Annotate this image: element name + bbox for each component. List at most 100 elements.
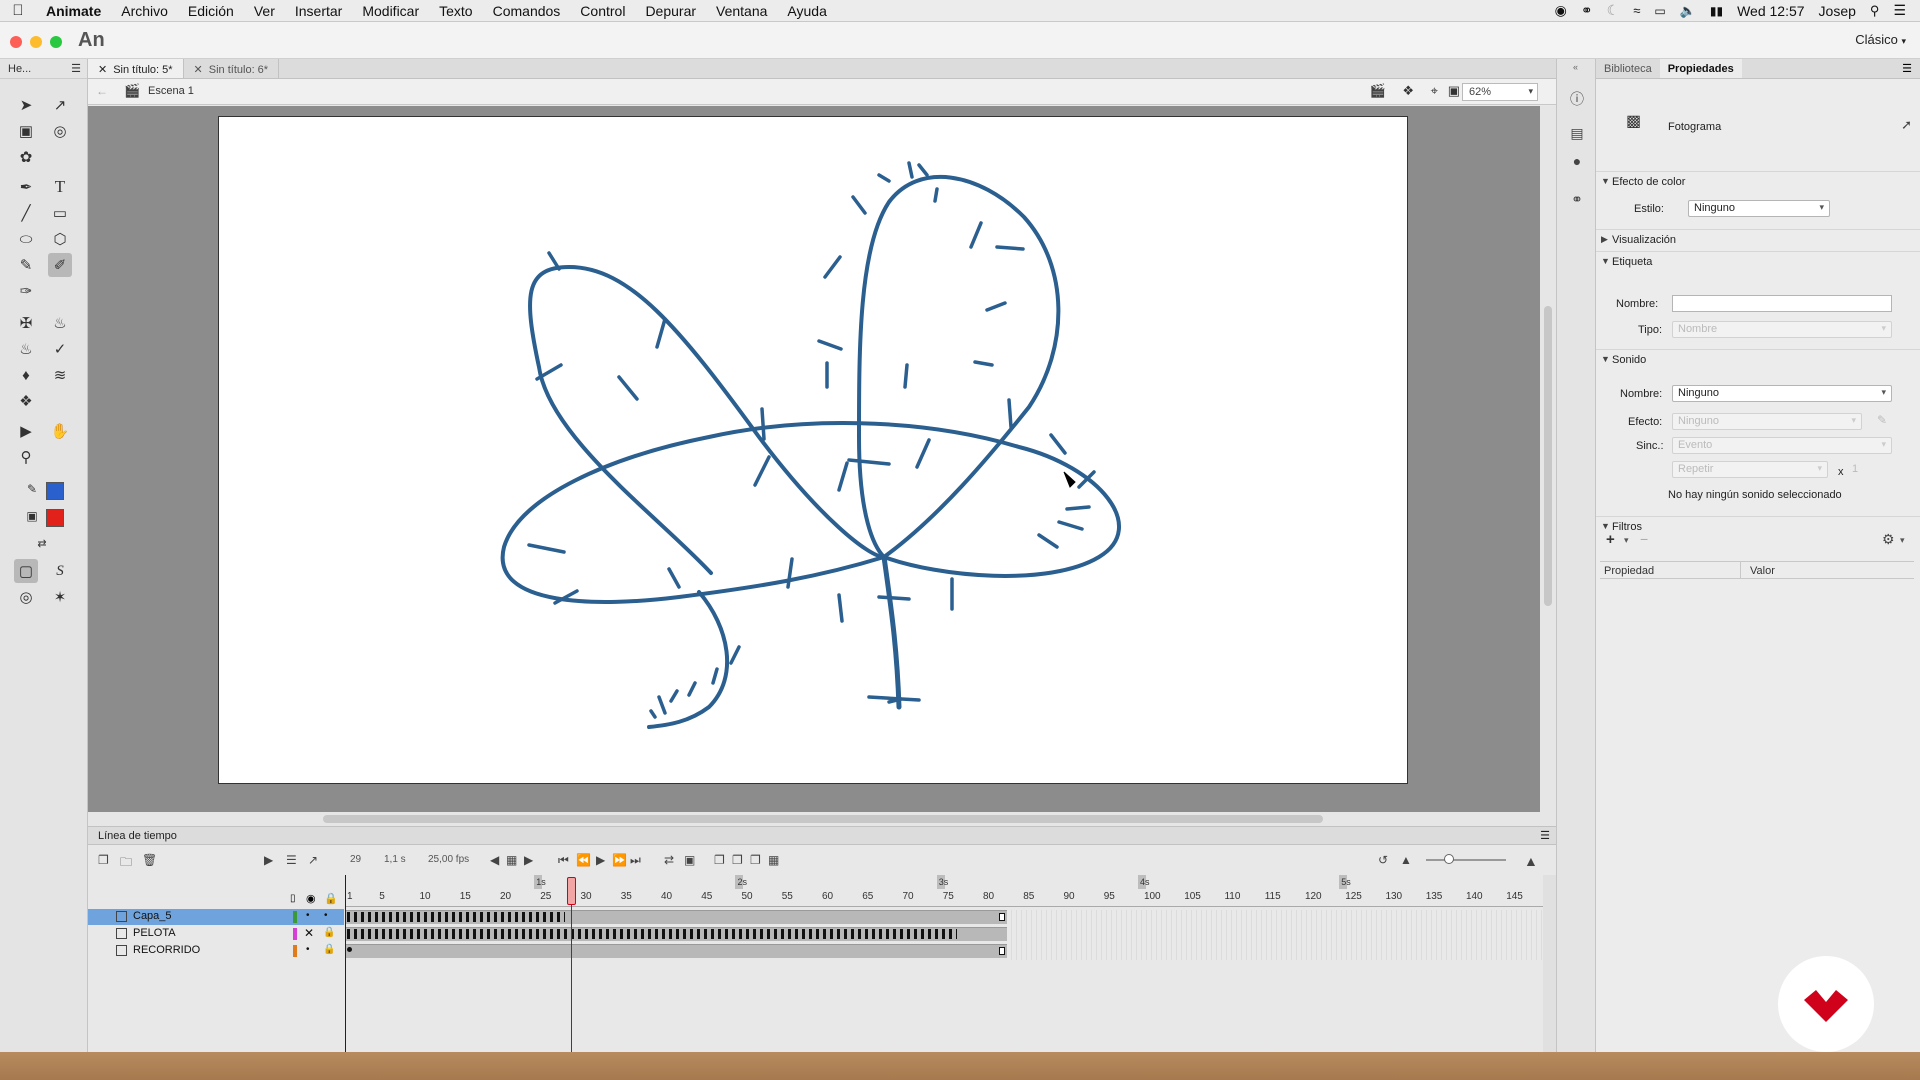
menu-ayuda[interactable]: Ayuda bbox=[777, 3, 836, 19]
moon-icon[interactable]: ☾ bbox=[1607, 2, 1620, 19]
subselection-tool-icon[interactable]: ↗ bbox=[48, 93, 72, 117]
add-filter-icon[interactable]: + bbox=[1606, 531, 1615, 548]
parenting-icon[interactable]: ☰ bbox=[286, 853, 297, 867]
paint-bucket-tool-icon[interactable]: ♨ bbox=[48, 311, 72, 335]
sound-effect-select[interactable]: Ninguno ▾ bbox=[1672, 413, 1862, 430]
timeline-vertical-scrollbar[interactable] bbox=[1543, 875, 1556, 1065]
frames-grid[interactable]: 1 5 10 15 20 25 30 35 40 45 50 55 60 65 70 75 80 85 90 95 10… bbox=[345, 875, 1543, 1075]
layer-color-swatch[interactable] bbox=[293, 928, 297, 940]
edit-envelope-icon[interactable]: ✎ bbox=[1877, 413, 1887, 427]
frame-size-slider[interactable] bbox=[1426, 859, 1506, 861]
close-window-button[interactable] bbox=[10, 36, 22, 48]
new-layer-icon[interactable]: ❐ bbox=[98, 853, 109, 867]
hand-tool-icon[interactable]: ✋ bbox=[48, 419, 72, 443]
zoom-window-button[interactable] bbox=[50, 36, 62, 48]
asset-warp-tool-icon[interactable]: ❖ bbox=[14, 389, 38, 413]
style-select[interactable]: Ninguno ▾ bbox=[1688, 200, 1830, 217]
layer-color-swatch[interactable] bbox=[293, 911, 297, 923]
menu-edicion[interactable]: Edición bbox=[178, 3, 244, 19]
lock-icon[interactable]: 🔒 bbox=[323, 944, 335, 955]
smooth-icon[interactable]: S bbox=[48, 559, 72, 583]
layer-row-recorrido[interactable]: RECORRIDO • 🔒 bbox=[88, 943, 344, 959]
record-icon[interactable]: ◉ bbox=[1555, 2, 1567, 19]
bone-tool-icon[interactable]: ✠ bbox=[14, 311, 38, 335]
zoom-out-icon[interactable]: ▲ bbox=[1400, 853, 1412, 867]
first-frame-icon[interactable]: ⏮ bbox=[558, 853, 569, 868]
zoom-select[interactable]: 62% ▾ bbox=[1462, 83, 1538, 101]
layer-name[interactable]: Capa_5 bbox=[133, 910, 172, 922]
frame-ruler[interactable]: 1 5 10 15 20 25 30 35 40 45 50 55 60 65 70 75 80 85 90 95 10… bbox=[345, 875, 1543, 907]
snap-grid-icon[interactable]: ⌖ bbox=[1431, 83, 1438, 99]
panel-menu-icon[interactable]: ☰ bbox=[71, 62, 81, 75]
text-tool-icon[interactable]: T bbox=[48, 175, 72, 199]
menu-app[interactable]: Animate bbox=[36, 3, 111, 19]
free-transform-tool-icon[interactable]: ▣ bbox=[14, 119, 38, 143]
edit-symbol-icon[interactable]: ❖ bbox=[1402, 83, 1414, 99]
delete-layer-icon[interactable]: 🗑 bbox=[142, 853, 157, 867]
section-label[interactable]: ▼ Etiqueta bbox=[1596, 251, 1920, 271]
frame-row-recorrido[interactable] bbox=[345, 944, 1007, 958]
magic-wand-icon[interactable]: ✶ bbox=[48, 585, 72, 609]
sound-name-select[interactable]: Ninguno ▾ bbox=[1672, 385, 1892, 402]
width-tool-icon[interactable]: ≋ bbox=[48, 363, 72, 387]
eraser-tool-icon[interactable]: ♦ bbox=[14, 363, 38, 387]
layer-name[interactable]: RECORRIDO bbox=[133, 944, 200, 956]
tab-properties[interactable]: Propiedades bbox=[1659, 59, 1742, 78]
notification-center-icon[interactable]: ☰ bbox=[1893, 2, 1906, 19]
scene-name[interactable]: Escena 1 bbox=[148, 85, 194, 97]
modify-markers-icon[interactable]: ▦ bbox=[768, 853, 779, 867]
center-frame-icon[interactable]: ▣ bbox=[684, 853, 695, 867]
menu-insertar[interactable]: Insertar bbox=[285, 3, 352, 19]
scrollbar-thumb[interactable] bbox=[323, 815, 1323, 823]
section-display[interactable]: ▶ Visualización bbox=[1596, 229, 1920, 249]
line-tool-icon[interactable]: ╱ bbox=[14, 201, 38, 225]
lock-dot[interactable]: • bbox=[324, 910, 328, 921]
playhead-line[interactable] bbox=[571, 890, 572, 1070]
chevron-down-icon[interactable]: ▾ bbox=[1624, 535, 1629, 546]
hidden-x-icon[interactable]: ✕ bbox=[304, 926, 314, 940]
fill-color-swatch[interactable] bbox=[46, 509, 64, 527]
info-icon[interactable]: ⓘ bbox=[1567, 89, 1587, 109]
airplay-icon[interactable]: ▭ bbox=[1654, 4, 1665, 18]
wifi-icon[interactable]: ≈ bbox=[1633, 3, 1640, 18]
collapse-panels-icon[interactable]: « bbox=[1573, 62, 1578, 72]
lock-icon[interactable]: 🔒 bbox=[323, 927, 335, 938]
visibility-eye-icon[interactable]: ◉ bbox=[306, 892, 316, 905]
layer-outline-icon[interactable]: ▯ bbox=[290, 893, 296, 904]
battery-icon[interactable]: ▮▮ bbox=[1710, 4, 1723, 18]
camera-tool-icon[interactable]: ▶ bbox=[14, 419, 38, 443]
cc-libraries-icon[interactable]: ⚭ bbox=[1567, 191, 1587, 211]
brush-tool-icon[interactable]: ✑ bbox=[14, 279, 38, 303]
playhead-handle[interactable] bbox=[567, 877, 576, 905]
swatches-icon[interactable]: ● bbox=[1567, 153, 1587, 173]
label-name-input[interactable] bbox=[1672, 295, 1892, 312]
zoom-tool-icon[interactable]: ⚲ bbox=[14, 445, 38, 469]
polystar-tool-icon[interactable]: ⬡ bbox=[48, 227, 72, 251]
object-drawing-mode-icon[interactable]: ▢ bbox=[14, 559, 38, 583]
minimize-window-button[interactable] bbox=[30, 36, 42, 48]
graph-icon[interactable]: ↗ bbox=[308, 853, 318, 867]
scrollbar-thumb[interactable] bbox=[1544, 306, 1552, 606]
stage-canvas[interactable] bbox=[218, 116, 1408, 784]
fill-color-icon[interactable]: ▣ bbox=[20, 504, 44, 528]
layer-color-swatch[interactable] bbox=[293, 945, 297, 957]
eyedropper-tool-icon[interactable]: ✓ bbox=[48, 337, 72, 361]
drawing-stroke-paths[interactable] bbox=[219, 117, 1409, 785]
snap-icon[interactable]: ◎ bbox=[14, 585, 38, 609]
prev-keyframe-icon[interactable]: ◀ bbox=[490, 853, 499, 867]
sound-sync-select[interactable]: Evento ▾ bbox=[1672, 437, 1892, 454]
3d-rotation-tool-icon[interactable]: ◎ bbox=[48, 119, 72, 143]
frame-rate[interactable]: 25,00 fps bbox=[428, 854, 469, 865]
close-icon[interactable]: ✕ bbox=[194, 64, 203, 76]
swap-colors-icon[interactable]: ⇄ bbox=[30, 531, 54, 555]
repeat-count[interactable]: 1 bbox=[1852, 463, 1858, 475]
play-icon[interactable]: ▶ bbox=[596, 853, 605, 867]
menu-archivo[interactable]: Archivo bbox=[111, 3, 178, 19]
stroke-color-icon[interactable]: ✎ bbox=[20, 477, 44, 501]
panel-menu-icon[interactable]: ☰ bbox=[1894, 59, 1920, 78]
remove-filter-icon[interactable]: − bbox=[1640, 531, 1648, 547]
refresh-icon[interactable]: ↺ bbox=[1378, 853, 1388, 867]
selection-tool-icon[interactable]: ➤ bbox=[14, 93, 38, 117]
help-icon[interactable]: ➚ bbox=[1901, 117, 1912, 133]
menu-comandos[interactable]: Comandos bbox=[483, 3, 571, 19]
